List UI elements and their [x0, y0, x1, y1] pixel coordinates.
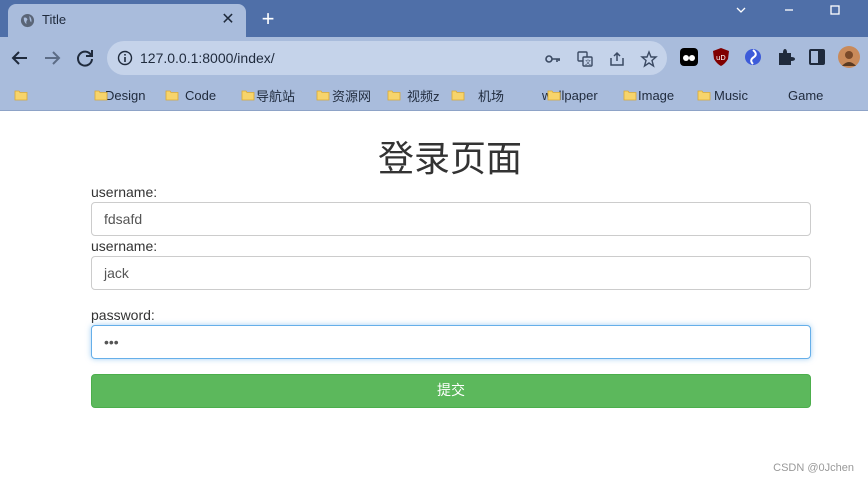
bookmark-design[interactable]: Design	[14, 86, 145, 104]
folder-icon	[623, 90, 637, 101]
extension-ublock-icon[interactable]: uD	[711, 47, 731, 67]
password-input[interactable]: •••	[91, 325, 811, 359]
svg-text:文: 文	[585, 59, 591, 67]
maximize-icon[interactable]	[812, 0, 858, 22]
chevron-down-icon[interactable]	[718, 0, 764, 22]
bookmark-game[interactable]: Game	[697, 86, 823, 104]
browser-toolbar: 127.0.0.1:8000/index/ 文 uD	[0, 37, 868, 79]
tab-title: Title	[42, 12, 67, 27]
folder-icon	[387, 90, 401, 101]
extension-tampermonkey-icon[interactable]	[679, 47, 699, 67]
svg-text:uD: uD	[716, 54, 726, 62]
url-text: 127.0.0.1:8000/index/	[140, 50, 275, 66]
forward-arrow-icon[interactable]	[40, 46, 64, 70]
username-label-1: username:	[91, 184, 158, 200]
bookmark-label: Game	[788, 87, 824, 103]
reload-icon[interactable]	[73, 46, 97, 70]
puzzle-icon[interactable]	[775, 47, 795, 67]
back-arrow-icon[interactable]	[8, 46, 32, 70]
bookmark-image[interactable]: Image	[547, 86, 674, 104]
folder-icon	[165, 90, 179, 101]
bookmark-label: Music	[714, 87, 748, 103]
new-tab-button[interactable]: +	[256, 7, 280, 31]
star-icon[interactable]	[640, 50, 658, 68]
folder-icon	[697, 90, 711, 101]
bookmark-music[interactable]: Music	[623, 86, 748, 104]
close-icon[interactable]: ✕	[218, 10, 238, 30]
bookmarks-bar: Design Code 导航站 资源网 视频z 机场 wallpaper Ima…	[0, 79, 868, 111]
address-bar[interactable]: 127.0.0.1:8000/index/ 文	[107, 41, 667, 75]
bookmark-video[interactable]: 视频z	[316, 86, 440, 104]
globe-icon	[20, 13, 35, 28]
username-label-2: username:	[91, 238, 158, 254]
tab-strip: Title ✕ +	[0, 0, 868, 37]
bookmark-code[interactable]: Code	[94, 86, 216, 104]
extension-swirl-icon[interactable]	[743, 47, 763, 67]
bookmark-label: 机场	[478, 88, 505, 104]
bookmark-nav[interactable]: 导航站	[165, 86, 295, 104]
avatar[interactable]	[838, 46, 860, 68]
bookmark-wallpaper[interactable]: wallpaper	[451, 86, 598, 104]
submit-button[interactable]: 提交	[91, 374, 811, 408]
sidepanel-icon[interactable]	[807, 47, 827, 67]
folder-icon	[94, 90, 108, 101]
key-icon[interactable]	[544, 50, 562, 68]
bookmark-label: 视频z	[407, 88, 440, 104]
info-icon[interactable]	[117, 50, 133, 66]
bookmark-resources[interactable]: 资源网	[241, 86, 371, 104]
folder-icon	[451, 90, 465, 101]
bookmark-airport[interactable]: 机场	[387, 86, 504, 104]
minimize-icon[interactable]	[766, 0, 812, 22]
watermark: CSDN @0Jchen	[773, 462, 854, 474]
password-label: password:	[91, 307, 155, 323]
username-input-2[interactable]: jack	[91, 256, 811, 290]
username-input-1[interactable]: fdsafd	[91, 202, 811, 236]
folder-icon	[547, 90, 561, 101]
bookmark-label: Code	[185, 87, 217, 103]
folder-icon	[14, 90, 28, 101]
translate-icon[interactable]: 文	[576, 50, 594, 68]
folder-icon	[316, 90, 330, 101]
page-title: 登录页面	[377, 139, 522, 180]
tab-title-page[interactable]: Title ✕	[8, 4, 246, 37]
page-content: 登录页面 username: fdsafd username: jack pas…	[0, 112, 868, 482]
share-icon[interactable]	[608, 50, 626, 68]
folder-icon	[241, 90, 255, 101]
